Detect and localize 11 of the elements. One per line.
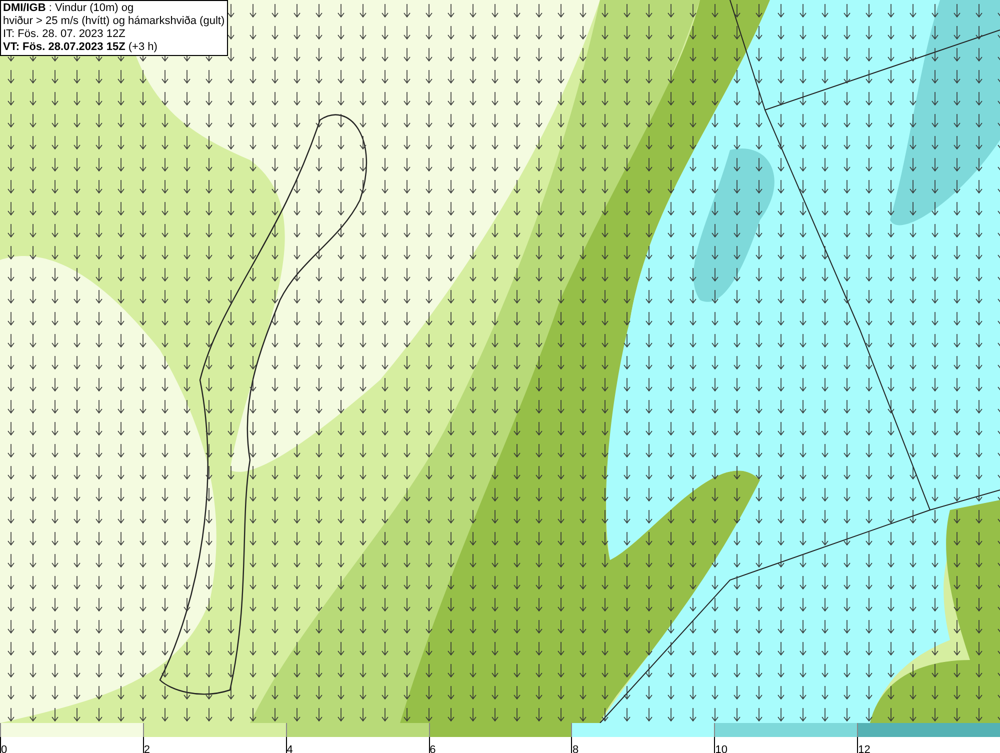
legend-label: 0 — [1, 744, 8, 753]
legend-label: 12 — [858, 744, 870, 753]
legend-label: 10 — [715, 744, 728, 753]
title-line: DMI/IGB : Vindur (10m) og — [3, 2, 135, 15]
title-line: hviður > 25 m/s (hvítt) og hámarkshviða (gult) — [3, 15, 225, 28]
legend-label: 4 — [286, 744, 293, 753]
legend-label: 8 — [572, 744, 579, 753]
title-line: IT: Fös. 28. 07. 2023 12Z — [3, 28, 126, 41]
legend-label: 6 — [430, 744, 436, 753]
legend-label: 2 — [144, 744, 150, 753]
title-line: VT: Fös. 28.07.2023 15Z (+3 h) — [3, 41, 158, 54]
